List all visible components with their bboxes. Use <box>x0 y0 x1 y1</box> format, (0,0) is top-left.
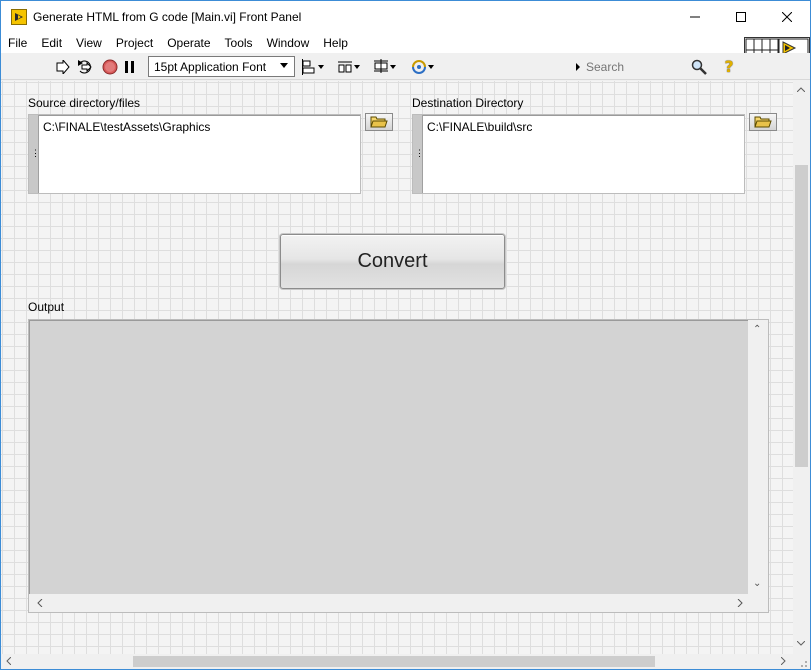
folder-open-icon <box>754 116 772 128</box>
close-icon <box>782 12 792 22</box>
distribute-objects-button[interactable] <box>337 57 363 76</box>
menu-bar: File Edit View Project Operate Tools Win… <box>1 33 810 53</box>
scroll-left-icon[interactable] <box>6 657 11 665</box>
resize-objects-icon <box>374 58 396 73</box>
output-label: Output <box>28 300 65 314</box>
toolbar: 15pt Application Font ? <box>1 53 810 80</box>
scroll-down-icon[interactable]: ⌄ <box>753 578 761 589</box>
menu-edit[interactable]: Edit <box>34 33 69 53</box>
output-horizontal-scrollbar[interactable] <box>29 594 750 612</box>
output-vertical-scrollbar[interactable]: ⌃ ⌄ <box>748 320 768 595</box>
pause-button[interactable] <box>123 57 137 76</box>
menu-project[interactable]: Project <box>109 33 160 53</box>
source-path-control[interactable]: ⋮ C:\FINALE\testAssets\Graphics <box>28 114 361 194</box>
scroll-up-icon[interactable]: ⌃ <box>753 324 761 335</box>
search-box <box>574 57 714 77</box>
destination-directory-label: Destination Directory <box>412 96 524 110</box>
resize-grip-icon <box>801 661 807 667</box>
labview-window: Generate HTML from G code [Main.vi] Fron… <box>0 0 811 670</box>
chevron-down-icon <box>280 63 288 68</box>
font-select-value: 15pt Application Font <box>154 59 267 74</box>
help-question-icon: ? <box>724 57 734 76</box>
run-arrow-icon <box>56 59 70 74</box>
output-textbox[interactable]: ⌃ ⌄ <box>28 319 769 613</box>
menu-file[interactable]: File <box>1 33 34 53</box>
destination-path-control[interactable]: ⋮ C:\FINALE\build\src <box>412 114 745 194</box>
reorder-icon <box>412 59 434 74</box>
minimize-button[interactable] <box>672 1 718 33</box>
window-resize-grip[interactable] <box>793 654 810 669</box>
path-scroll-handle[interactable]: ⋮ <box>29 115 40 193</box>
maximize-icon <box>736 12 746 22</box>
scroll-right-icon[interactable] <box>737 599 743 607</box>
labview-app-icon[interactable] <box>11 9 27 25</box>
destination-path-text: C:\FINALE\build\src <box>427 120 533 134</box>
scroll-right-icon[interactable] <box>781 657 786 665</box>
source-browse-button[interactable] <box>365 113 393 131</box>
vertical-scroll-thumb[interactable] <box>795 165 808 467</box>
font-select-dropdown[interactable]: 15pt Application Font <box>148 56 295 77</box>
maximize-button[interactable] <box>718 1 764 33</box>
search-input[interactable] <box>574 59 674 75</box>
search-icon[interactable] <box>691 59 707 75</box>
horizontal-scroll-thumb[interactable] <box>133 656 655 667</box>
align-objects-icon <box>302 58 324 75</box>
destination-browse-button[interactable] <box>749 113 777 131</box>
distribute-objects-icon <box>338 61 360 72</box>
front-panel: Source directory/files ⋮ C:\FINALE\testA… <box>1 81 793 654</box>
window-horizontal-scrollbar[interactable] <box>1 654 793 669</box>
scroll-down-icon[interactable] <box>797 641 805 646</box>
minimize-icon <box>690 16 700 18</box>
window-title: Generate HTML from G code [Main.vi] Fron… <box>33 10 302 24</box>
reorder-button[interactable] <box>409 57 437 76</box>
run-continuously-icon <box>78 59 92 73</box>
window-vertical-scrollbar[interactable] <box>793 81 810 654</box>
menu-view[interactable]: View <box>69 33 109 53</box>
title-bar[interactable]: Generate HTML from G code [Main.vi] Fron… <box>1 1 810 33</box>
scroll-left-icon[interactable] <box>37 599 43 607</box>
run-continuously-button[interactable] <box>76 57 94 76</box>
close-button[interactable] <box>764 1 810 33</box>
align-objects-button[interactable] <box>301 57 327 76</box>
scroll-up-icon[interactable] <box>797 87 805 92</box>
menu-window[interactable]: Window <box>260 33 317 53</box>
scrollbar-corner <box>748 594 768 612</box>
menu-help[interactable]: Help <box>316 33 355 53</box>
window-controls <box>672 1 810 33</box>
search-expand-icon[interactable] <box>575 63 581 71</box>
context-help-button[interactable]: ? <box>721 57 737 76</box>
pause-icon <box>125 60 134 73</box>
abort-button[interactable] <box>101 57 119 76</box>
abort-stop-icon <box>102 59 118 74</box>
menu-operate[interactable]: Operate <box>160 33 217 53</box>
run-button[interactable] <box>55 57 71 76</box>
path-scroll-handle[interactable]: ⋮ <box>413 115 424 193</box>
resize-objects-button[interactable] <box>373 57 399 76</box>
source-directory-label: Source directory/files <box>28 96 141 110</box>
source-path-text: C:\FINALE\testAssets\Graphics <box>43 120 211 134</box>
convert-button[interactable]: Convert <box>280 234 505 289</box>
folder-open-icon <box>370 116 388 128</box>
menu-tools[interactable]: Tools <box>218 33 260 53</box>
